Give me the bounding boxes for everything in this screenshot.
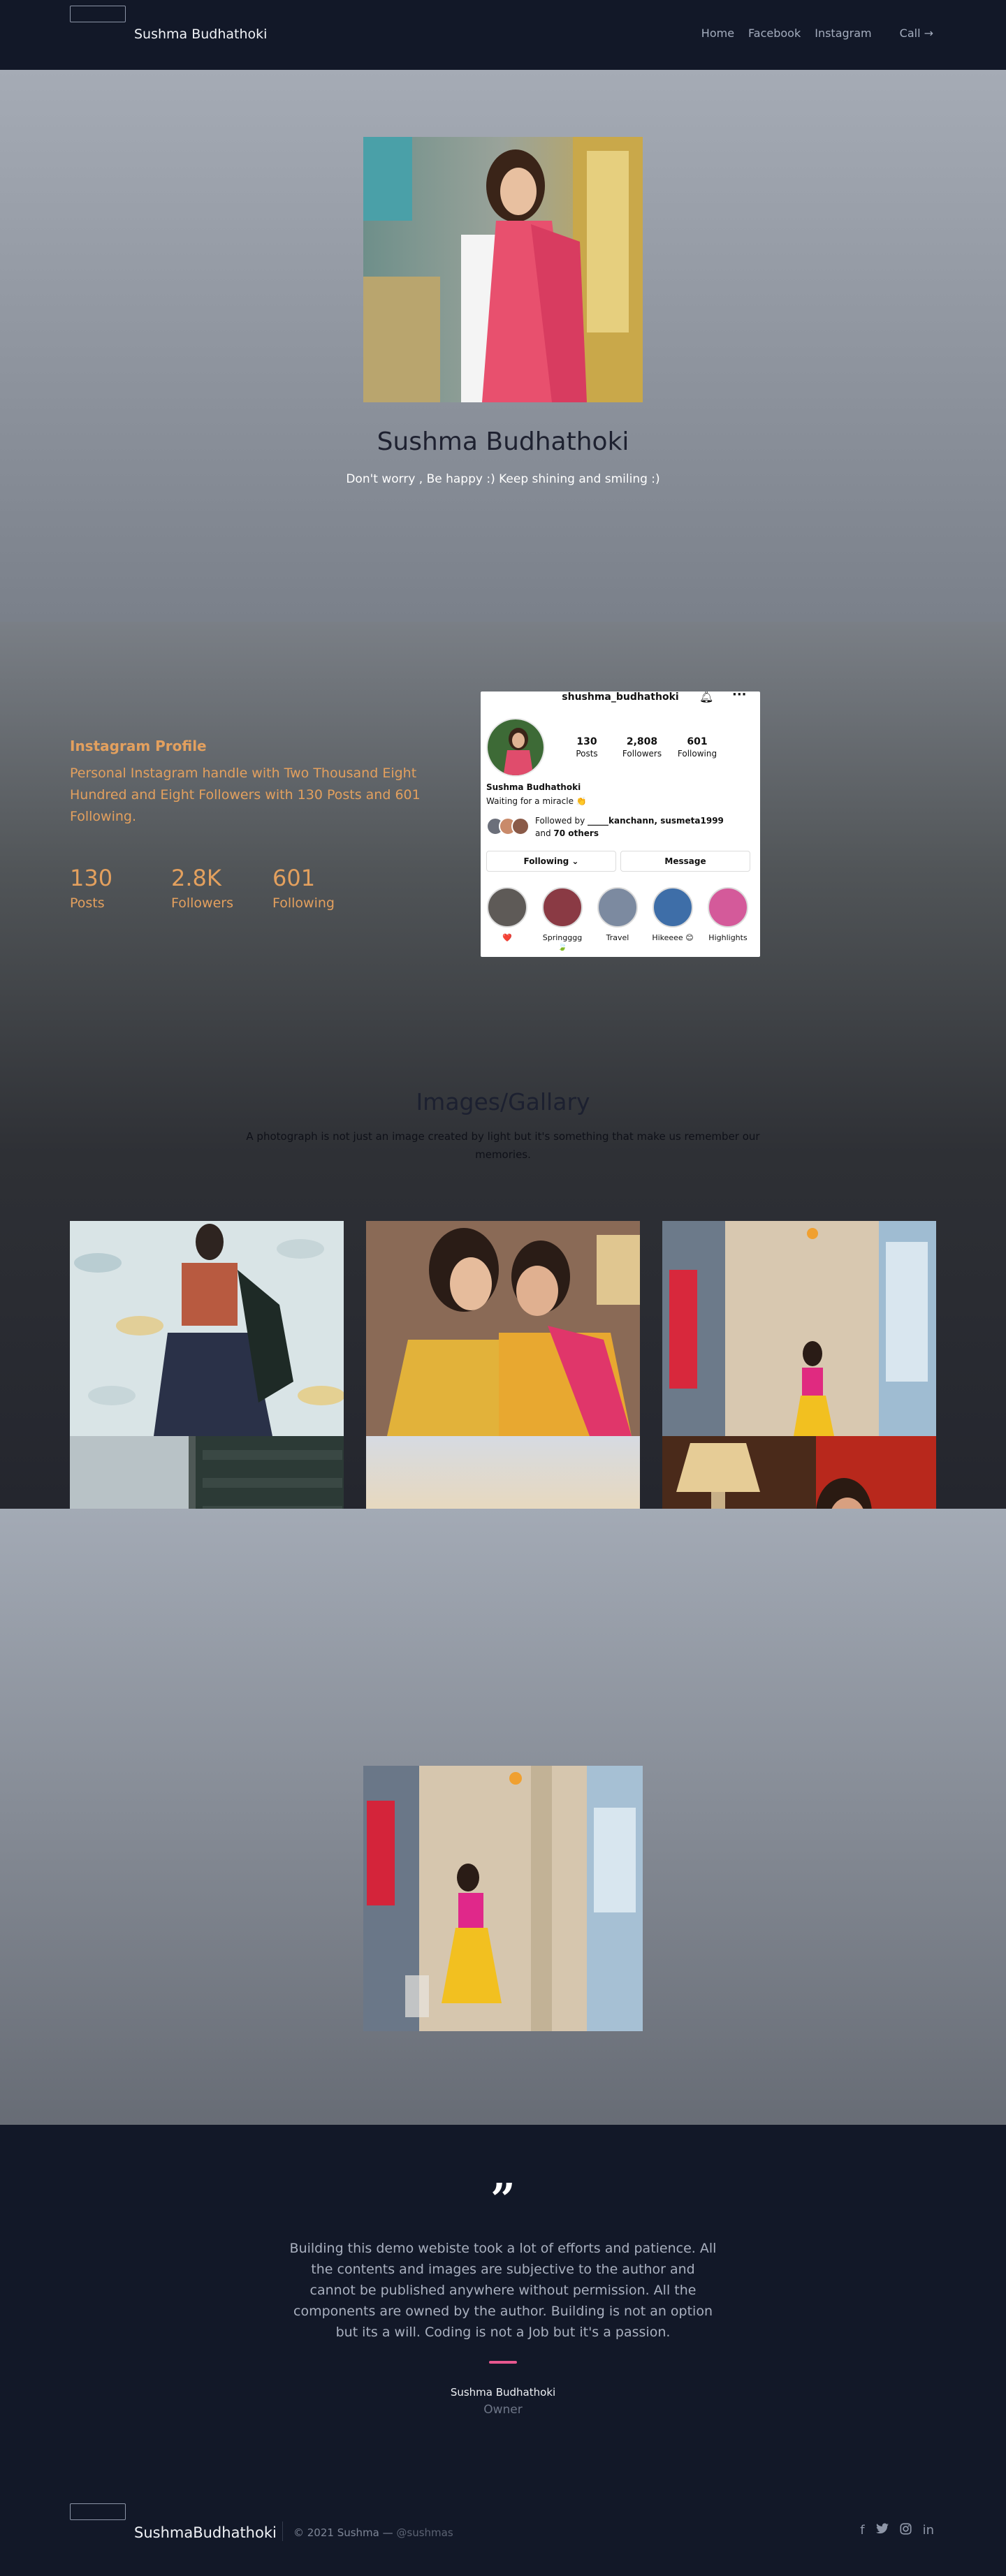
instagram-description: Personal Instagram handle with Two Thous… <box>70 766 421 824</box>
message-button[interactable]: Message <box>620 851 750 872</box>
profile-following-count: 601 <box>687 736 708 747</box>
gallery-title: Images/Gallary <box>416 1088 590 1115</box>
featured-photo[interactable] <box>363 1766 643 2031</box>
profile-avatar <box>486 718 545 777</box>
footer-copyright: © 2021 Sushma — @sushmas <box>293 2526 453 2539</box>
copyright-text: © 2021 Sushma — <box>293 2526 397 2539</box>
story-highlight[interactable]: Highlights <box>706 887 750 942</box>
story-highlight[interactable]: Springggg 🍃 <box>541 887 584 951</box>
hero-subtitle: Don't worry , Be happy :) Keep shining a… <box>346 472 660 486</box>
highlight-label: ❤️ <box>502 933 512 942</box>
stat-following-label: Following <box>272 895 335 911</box>
nav-instagram-link[interactable]: Instagram <box>815 27 871 40</box>
stat-posts-value: 130 <box>70 865 113 891</box>
instagram-heading: Instagram Profile <box>70 738 207 754</box>
stat-following: 601 Following <box>272 865 335 911</box>
profile-bio: Waiting for a miracle 👏 <box>486 796 587 806</box>
stat-followers-value: 2.8K <box>171 865 221 891</box>
followed-by-others[interactable]: 70 others <box>553 828 599 838</box>
profile-posts-label: Posts <box>576 749 598 759</box>
stat-posts-label: Posts <box>70 895 105 911</box>
profile-following-label: Following <box>677 749 717 759</box>
call-button[interactable]: Call → <box>900 27 933 40</box>
profile-stat-posts: 130 Posts <box>562 736 611 759</box>
footer-divider <box>282 2522 283 2541</box>
stat-followers-label: Followers <box>171 895 233 911</box>
highlight-label: Hikeeee 😊 <box>652 933 694 942</box>
follower-avatar <box>511 817 530 835</box>
gallery-image[interactable] <box>366 1221 640 1436</box>
footer-brand[interactable]: SushmaBudhathoki <box>134 2524 277 2541</box>
followed-by-prefix: Followed by <box>535 816 588 826</box>
profile-followers-count: 2,808 <box>626 736 658 747</box>
gallery-image[interactable] <box>70 1221 344 1436</box>
instagram-profile-card: shushma_budhathoki 🔔︎ ··· 130 Posts 2,80… <box>481 691 760 957</box>
stat-posts: 130 Posts <box>70 865 112 911</box>
top-navbar: Sushma Budhathoki Home Facebook Instagra… <box>0 0 1006 70</box>
followed-by-and: and <box>535 828 554 838</box>
hero-photo <box>363 137 643 402</box>
logo-image[interactable] <box>70 6 126 22</box>
social-links: f in <box>849 2523 934 2538</box>
hero-title: Sushma Budhathoki <box>377 427 629 456</box>
profile-username: shushma_budhathoki <box>562 691 679 703</box>
nav-facebook-link[interactable]: Facebook <box>748 27 801 40</box>
brand-name[interactable]: Sushma Budhathoki <box>134 27 267 42</box>
story-highlight[interactable]: Hikeeee 😊 <box>651 887 694 942</box>
stat-followers: 2.8K Followers <box>171 865 233 911</box>
followed-by-text: Followed by _____kanchann, susmeta1999 a… <box>535 814 724 840</box>
stat-following-value: 601 <box>272 865 316 891</box>
more-icon[interactable]: ··· <box>732 691 747 702</box>
linkedin-icon[interactable]: in <box>923 2523 934 2538</box>
testimonial-text: Building this demo webiste took a lot of… <box>289 2241 717 2340</box>
gallery-subtitle: A photograph is not just an image create… <box>246 1130 760 1161</box>
quote-icon: ” <box>490 2174 516 2225</box>
highlight-label: Highlights <box>708 933 748 942</box>
profile-stat-following: 601 Following <box>673 736 722 759</box>
followed-by-names[interactable]: _____kanchann, susmeta1999 <box>588 816 724 826</box>
footer-logo-image[interactable] <box>70 2503 126 2520</box>
quote-divider <box>489 2361 517 2364</box>
nav-home-link[interactable]: Home <box>701 27 734 40</box>
facebook-icon[interactable]: f <box>860 2523 864 2538</box>
highlight-label: Travel <box>606 933 629 942</box>
testimonial-role: Owner <box>483 2403 523 2417</box>
story-highlight[interactable]: Travel <box>596 887 639 942</box>
profile-posts-count: 130 <box>576 736 597 747</box>
nav-links: Home Facebook Instagram Call → <box>687 27 933 40</box>
story-highlight[interactable]: ❤️ <box>486 887 529 942</box>
footer-handle[interactable]: @sushmas <box>396 2526 453 2539</box>
instagram-icon[interactable] <box>900 2523 912 2538</box>
bell-icon[interactable]: 🔔︎ <box>699 691 713 703</box>
profile-name: Sushma Budhathoki <box>486 782 581 792</box>
following-button[interactable]: Following ⌄ <box>486 851 616 872</box>
profile-stat-followers: 2,808 Followers <box>618 736 666 759</box>
profile-followers-label: Followers <box>622 749 662 759</box>
highlight-label: Springggg 🍃 <box>542 933 583 951</box>
gallery-image[interactable] <box>662 1221 936 1436</box>
testimonial-author: Sushma Budhathoki <box>450 2386 556 2399</box>
twitter-icon[interactable] <box>875 2523 889 2538</box>
